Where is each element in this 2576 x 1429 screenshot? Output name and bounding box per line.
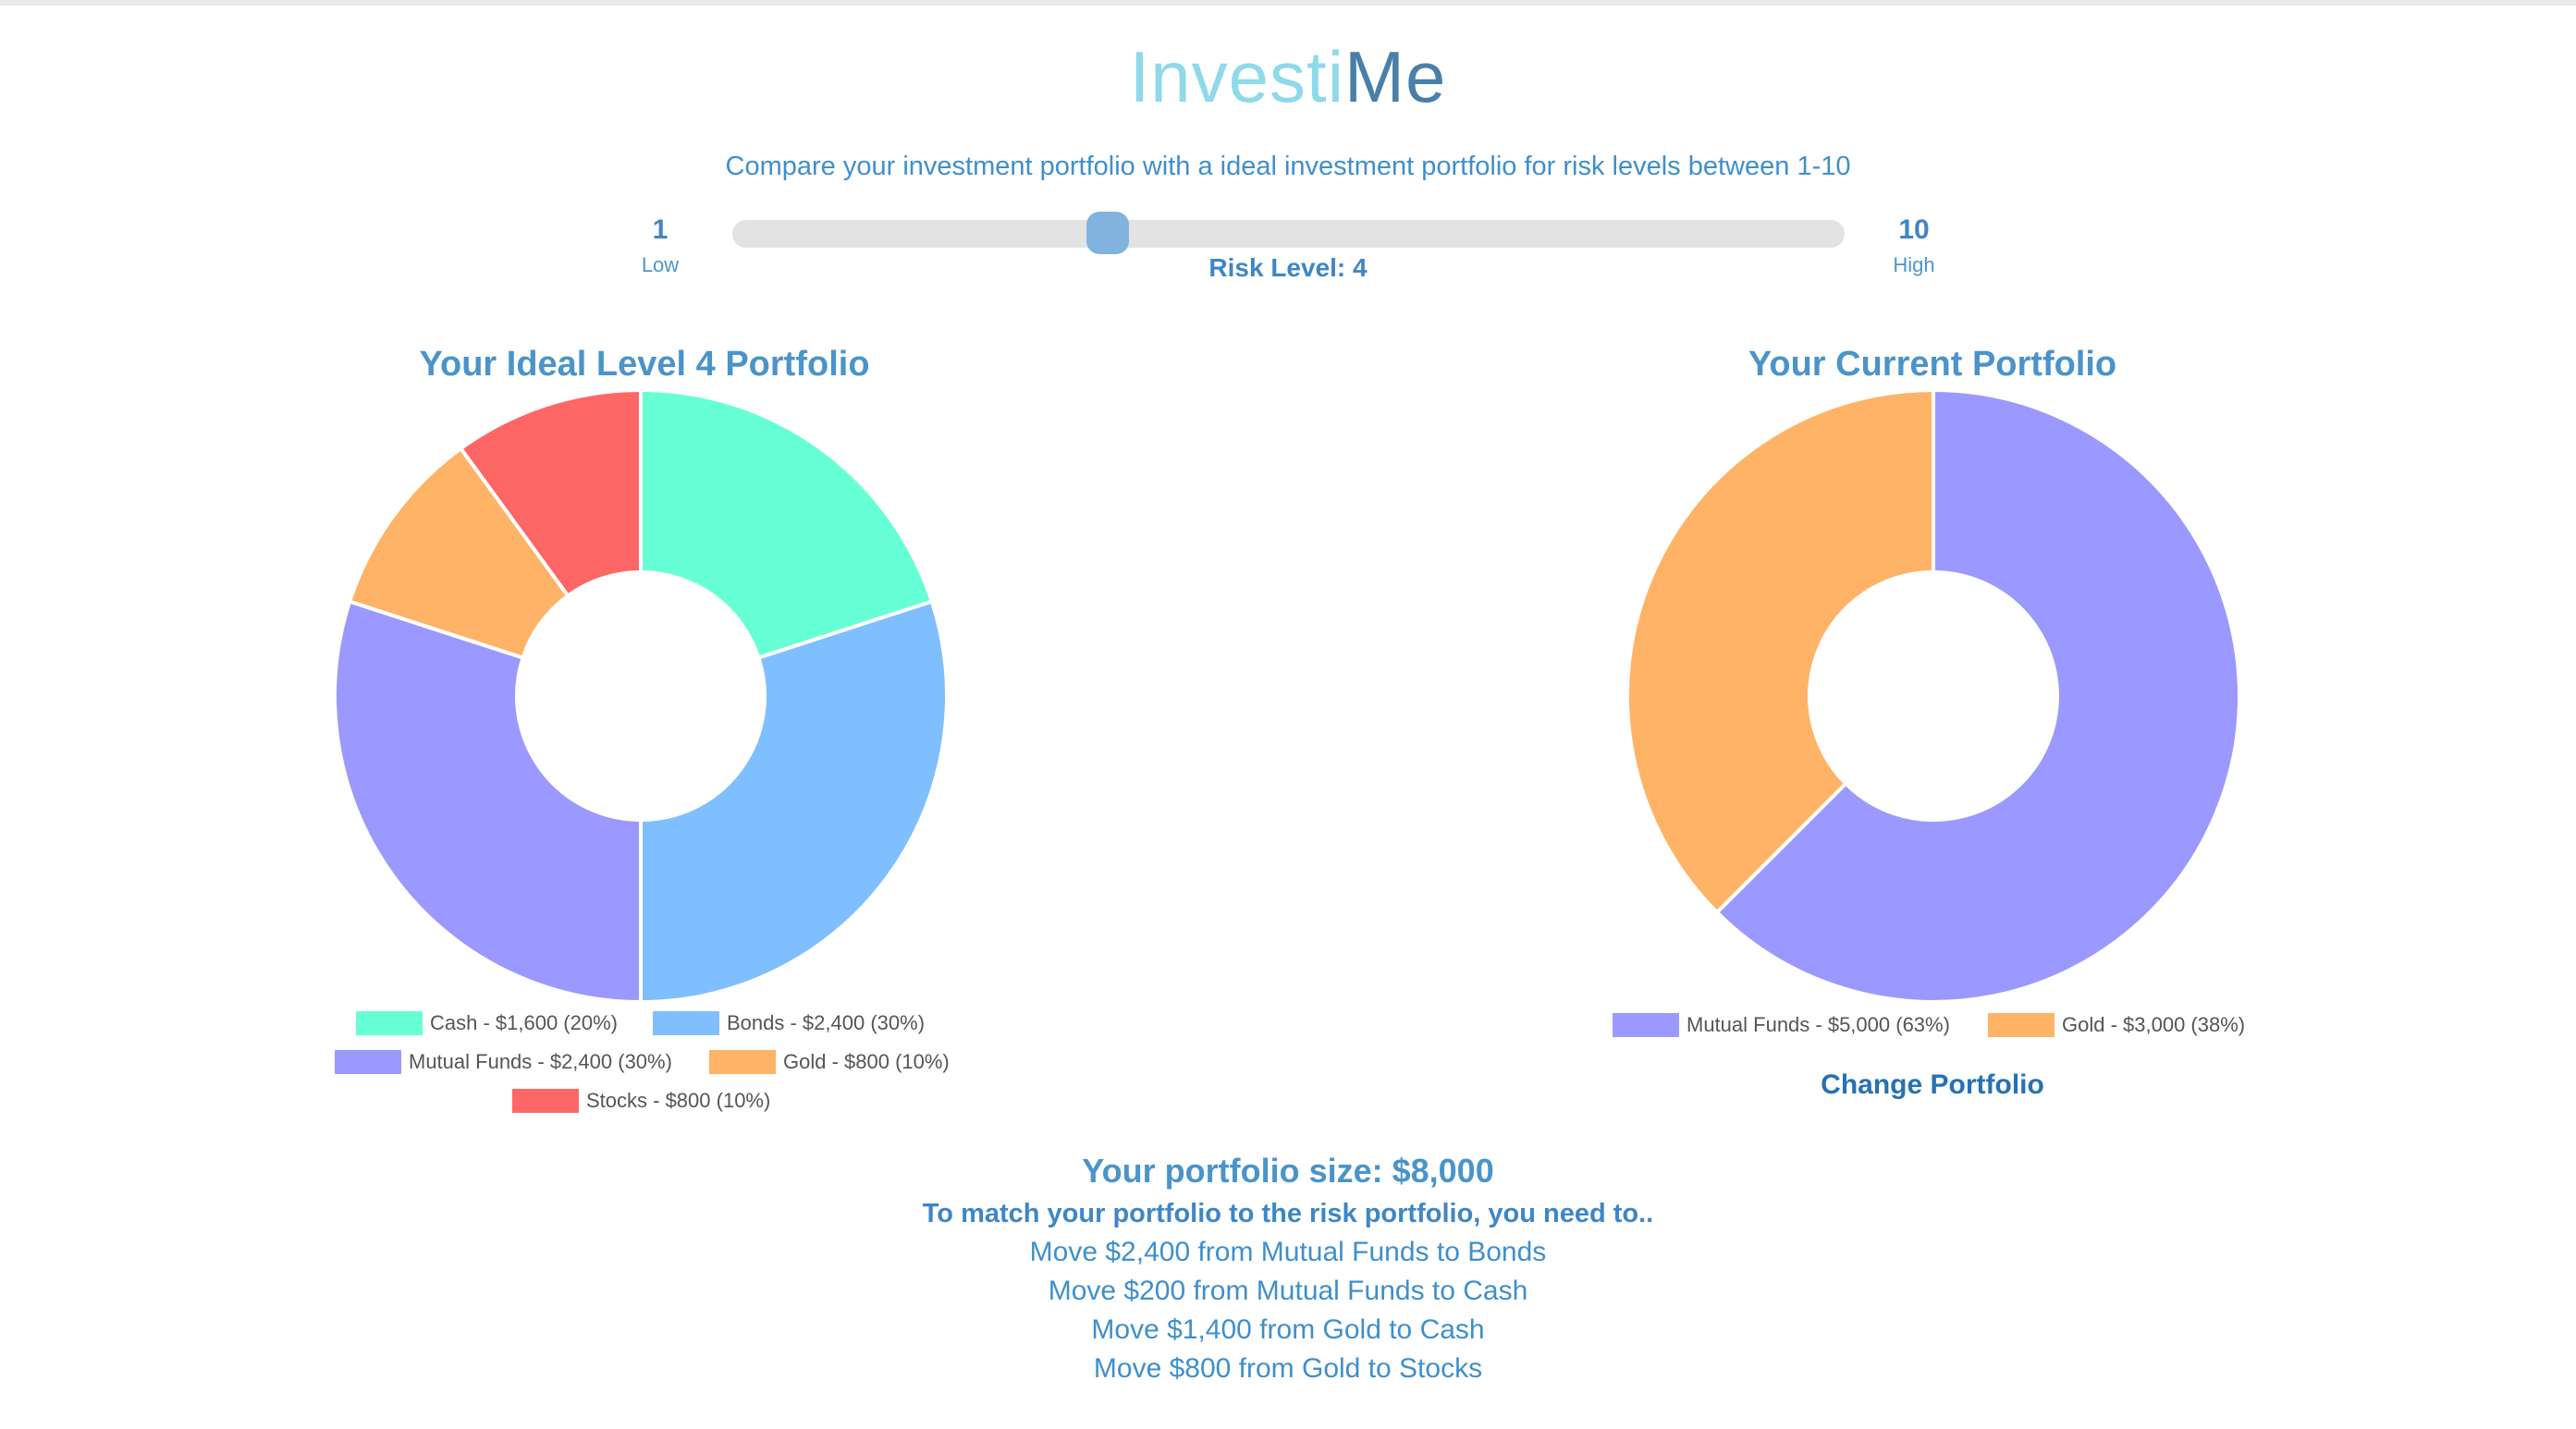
legend-swatch-mutual-funds [335, 1050, 401, 1074]
legend-swatch-cash [356, 1011, 423, 1035]
legend-item-stocks: Stocks - $800 (10%) [512, 1089, 770, 1113]
rebalance-move: Move $800 from Gold to Stocks [1093, 1353, 1483, 1384]
legend-label-current-gold: Gold - $3,000 (38%) [2062, 1013, 2246, 1036]
legend-item-current-mutual-funds: Mutual Funds - $5,000 (63%) [1613, 1013, 1950, 1037]
current-portfolio-title: Your Current Portfolio [1748, 345, 2117, 384]
slider-track[interactable] [732, 220, 1845, 248]
ideal-portfolio-title: Your Ideal Level 4 Portfolio [419, 345, 870, 384]
legend-swatch-stocks [512, 1089, 579, 1113]
current-portfolio-donut [1625, 387, 2241, 1004]
slider-max-value: 10 [1898, 214, 1930, 245]
change-portfolio-link[interactable]: Change Portfolio [1516, 1069, 2349, 1101]
rebalance-move: Move $1,400 from Gold to Cash [1091, 1314, 1485, 1345]
legend-label-stocks: Stocks - $800 (10%) [586, 1089, 771, 1112]
rebalance-move: Move $2,400 from Mutual Funds to Bonds [1029, 1237, 1547, 1267]
legend-item-cash: Cash - $1,600 (20%) [356, 1011, 618, 1035]
slider-min-value: 1 [652, 214, 669, 245]
risk-level-label: Risk Level: 4 [1208, 253, 1368, 282]
legend-label-mutual-funds: Mutual Funds - $2,400 (30%) [409, 1050, 672, 1073]
legend-label-gold: Gold - $800 (10%) [783, 1050, 950, 1073]
legend-swatch-current-mutual-funds [1613, 1013, 1679, 1037]
rebalance-instruction: To match your portfolio to the risk port… [922, 1199, 1654, 1228]
donut-slice-bonds[interactable] [639, 599, 949, 1005]
legend-label-current-mutual-funds: Mutual Funds - $5,000 (63%) [1687, 1013, 1950, 1036]
legend-label-cash: Cash - $1,600 (20%) [430, 1011, 618, 1034]
legend-item-current-gold: Gold - $3,000 (38%) [1988, 1013, 2245, 1037]
rebalance-moves: Move $2,400 from Mutual Funds to Bonds M… [0, 1233, 2576, 1388]
legend-item-mutual-funds: Mutual Funds - $2,400 (30%) [335, 1050, 672, 1074]
donut-slice-mutual-funds[interactable] [333, 599, 643, 1005]
legend-item-bonds: Bonds - $2,400 (30%) [653, 1011, 925, 1035]
rebalance-move: Move $200 from Mutual Funds to Cash [1048, 1276, 1528, 1306]
risk-slider: 1 Low 10 High Risk Level: 4 [0, 0, 2576, 296]
ideal-portfolio-donut [333, 387, 949, 1005]
portfolio-size: Your portfolio size: $8,000 [1082, 1152, 1494, 1190]
legend-swatch-gold [709, 1050, 776, 1074]
legend-item-gold: Gold - $800 (10%) [709, 1050, 950, 1074]
legend-label-bonds: Bonds - $2,400 (30%) [727, 1011, 926, 1034]
rebalance-summary: Your portfolio size: $8,000 To match you… [0, 1150, 2576, 1388]
slider-thumb[interactable] [1086, 212, 1129, 254]
legend-swatch-current-gold [1988, 1013, 2055, 1037]
legend-swatch-bonds [653, 1011, 719, 1035]
